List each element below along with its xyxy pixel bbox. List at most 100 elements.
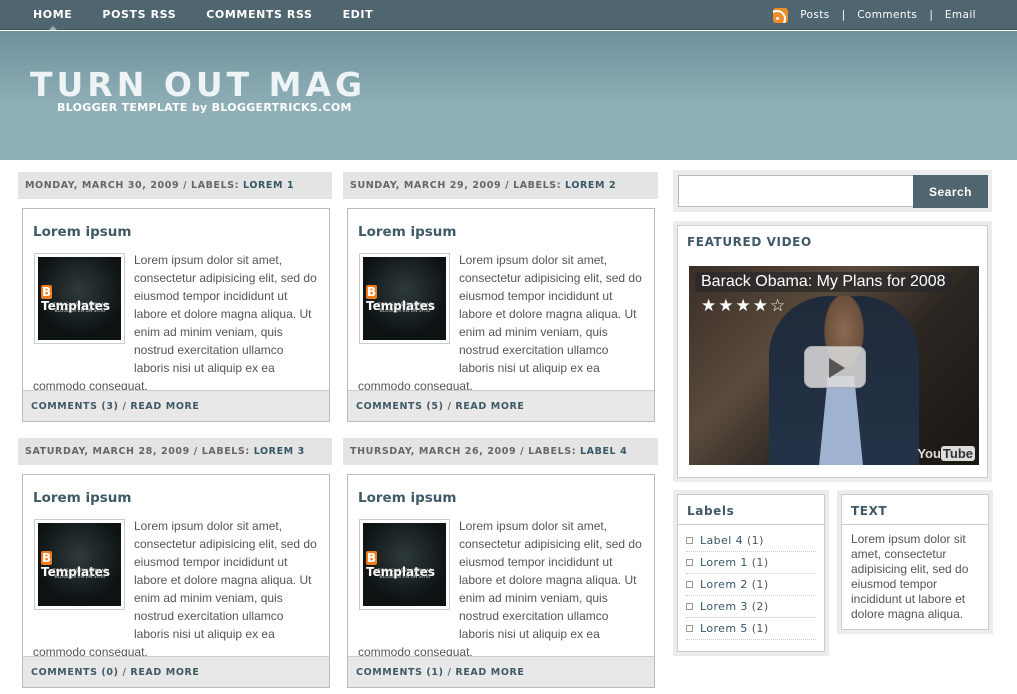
footer-separator: / (118, 667, 131, 678)
nav-comments-rss[interactable]: COMMENTS RSS (206, 0, 312, 30)
label-item[interactable]: Lorem 5 (1) (686, 618, 816, 640)
post-card: Lorem ipsum Lorem ipsum dolor sit amet, c… (347, 474, 655, 688)
bullet-square-icon (686, 603, 693, 610)
posts-feed-link[interactable]: Posts (800, 9, 829, 21)
featured-video-widget: FEATURED VIDEO Barack Obama: My Plans fo… (677, 225, 988, 478)
widget-title: FEATURED VIDEO (687, 235, 812, 249)
separator: | (841, 9, 846, 21)
label-name[interactable]: Lorem 5 (700, 618, 748, 640)
bullet-square-icon (686, 581, 693, 588)
logo-letter: B (41, 551, 53, 565)
post-date: SUNDAY, MARCH 29, 2009 (350, 180, 502, 191)
post-label-link[interactable]: LOREM 3 (254, 446, 305, 457)
post-label-link[interactable]: LOREM 2 (565, 180, 616, 191)
post-title[interactable]: Lorem ipsum (358, 224, 456, 240)
label-item[interactable]: Lorem 1 (1) (686, 552, 816, 574)
label-count: (1) (751, 577, 769, 591)
comments-link[interactable]: COMMENTS (0) (31, 667, 119, 678)
post-thumbnail[interactable]: BTemplates TODAS LAS PLANTILLAS BLOGGER E… (34, 519, 125, 610)
nav-posts-rss[interactable]: POSTS RSS (102, 0, 176, 30)
thumbnail-image: BTemplates TODAS LAS PLANTILLAS BLOGGER E… (38, 257, 121, 340)
comments-link[interactable]: COMMENTS (1) (356, 667, 444, 678)
post-footer: COMMENTS (0) / READ MORE (23, 656, 329, 687)
post-card: Lorem ipsum Lorem ipsum dolor sit amet, c… (22, 474, 330, 688)
email-link[interactable]: Email (945, 9, 976, 21)
widget-title: TEXT (842, 495, 988, 525)
thumbnail-image: BTemplates TODAS LAS PLANTILLAS BLOGGER E… (363, 523, 446, 606)
labels-prefix: / LABELS: (501, 180, 566, 191)
labels-widget-frame: Labels Label 4 (1) Lorem 1 (1) Lorem 2 (1) Lor… (673, 490, 829, 656)
footer-separator: / (118, 401, 131, 412)
labels-prefix: / LABELS: (516, 446, 581, 457)
label-list: Label 4 (1) Lorem 1 (1) Lorem 2 (1) Lorem 3 (2)… (678, 525, 824, 640)
separator: | (929, 9, 933, 21)
label-name[interactable]: Lorem 1 (700, 552, 748, 574)
label-count: (1) (751, 621, 769, 635)
label-count: (1) (751, 555, 769, 569)
text-widget-frame: TEXT Lorem ipsum dolor sit amet, consect… (837, 490, 993, 634)
search-button[interactable]: Search (913, 175, 988, 208)
logo-tagline: TODAS LAS PLANTILLAS BLOGGER EN UN SITIO (53, 303, 107, 314)
bullet-square-icon (686, 625, 693, 632)
site-header: TURN OUT MAG BLOGGER TEMPLATE by BLOGGER… (0, 31, 1017, 160)
logo-letter: B (366, 551, 378, 565)
nav-menu: HOME POSTS RSS COMMENTS RSS EDIT (33, 0, 403, 30)
thumbnail-image: BTemplates TODAS LAS PLANTILLAS BLOGGER E… (363, 257, 446, 340)
post-thumbnail[interactable]: BTemplates TODAS LAS PLANTILLAS BLOGGER E… (34, 253, 125, 344)
labels-prefix: / LABELS: (189, 446, 254, 457)
post-footer: COMMENTS (5) / READ MORE (348, 390, 654, 421)
label-count: (1) (746, 533, 764, 547)
read-more-link[interactable]: READ MORE (130, 667, 199, 678)
feed-links: Posts | Comments | Email (773, 0, 976, 30)
post-meta: SATURDAY, MARCH 28, 2009 / LABELS: LOREM… (18, 438, 332, 465)
post-label-link[interactable]: LABEL 4 (580, 446, 627, 457)
label-count: (2) (751, 599, 769, 613)
read-more-link[interactable]: READ MORE (130, 401, 199, 412)
search-input[interactable] (678, 175, 914, 207)
post-title[interactable]: Lorem ipsum (33, 224, 131, 240)
post-title[interactable]: Lorem ipsum (358, 490, 456, 506)
youtube-logo[interactable]: You Tube (917, 446, 975, 461)
youtube-logo-you: You (917, 446, 941, 461)
bullet-square-icon (686, 559, 693, 566)
video-player[interactable]: Barack Obama: My Plans for 2008 ★★★★☆ Yo… (689, 266, 979, 465)
post-meta: MONDAY, MARCH 30, 2009 / LABELS: LOREM 1 (18, 172, 332, 199)
post-label-link[interactable]: LOREM 1 (243, 180, 294, 191)
post-thumbnail[interactable]: BTemplates TODAS LAS PLANTILLAS BLOGGER E… (359, 519, 450, 610)
logo-tagline: TODAS LAS PLANTILLAS BLOGGER EN UN SITIO (378, 303, 432, 314)
label-name[interactable]: Lorem 2 (700, 574, 748, 596)
comments-link[interactable]: COMMENTS (3) (31, 401, 119, 412)
labels-widget: Labels Label 4 (1) Lorem 1 (1) Lorem 2 (1) Lor… (677, 494, 825, 652)
post-date: THURSDAY, MARCH 26, 2009 (350, 446, 517, 457)
nav-edit[interactable]: EDIT (343, 0, 374, 30)
comments-feed-link[interactable]: Comments (857, 9, 917, 21)
label-item[interactable]: Lorem 2 (1) (686, 574, 816, 596)
read-more-link[interactable]: READ MORE (455, 401, 524, 412)
post-thumbnail[interactable]: BTemplates TODAS LAS PLANTILLAS BLOGGER E… (359, 253, 450, 344)
youtube-logo-tube: Tube (940, 446, 975, 461)
post-meta: THURSDAY, MARCH 26, 2009 / LABELS: LABEL… (343, 438, 658, 465)
label-name[interactable]: Lorem 3 (700, 596, 748, 618)
nav-home[interactable]: HOME (33, 0, 72, 30)
star-rating[interactable]: ★★★★☆ (701, 296, 787, 316)
video-title[interactable]: Barack Obama: My Plans for 2008 (695, 272, 952, 292)
post-title[interactable]: Lorem ipsum (33, 490, 131, 506)
footer-separator: / (443, 667, 456, 678)
label-name[interactable]: Label 4 (700, 530, 743, 552)
text-widget: TEXT Lorem ipsum dolor sit amet, consect… (841, 494, 989, 630)
post-meta: SUNDAY, MARCH 29, 2009 / LABELS: LOREM 2 (343, 172, 658, 199)
logo-letter: B (366, 285, 378, 299)
rss-icon[interactable] (773, 7, 789, 23)
site-title[interactable]: TURN OUT MAG (30, 67, 366, 103)
play-button-icon[interactable] (804, 346, 866, 388)
post-card: Lorem ipsum Lorem ipsum dolor sit amet, c… (22, 208, 330, 422)
read-more-link[interactable]: READ MORE (455, 667, 524, 678)
comments-link[interactable]: COMMENTS (5) (356, 401, 444, 412)
featured-video-widget-frame: FEATURED VIDEO Barack Obama: My Plans fo… (673, 221, 992, 482)
label-item[interactable]: Label 4 (1) (686, 530, 816, 552)
footer-separator: / (443, 401, 456, 412)
top-nav: HOME POSTS RSS COMMENTS RSS EDIT Posts |… (0, 0, 1017, 30)
post-date: SATURDAY, MARCH 28, 2009 (25, 446, 190, 457)
logo-letter: B (41, 285, 53, 299)
label-item[interactable]: Lorem 3 (2) (686, 596, 816, 618)
